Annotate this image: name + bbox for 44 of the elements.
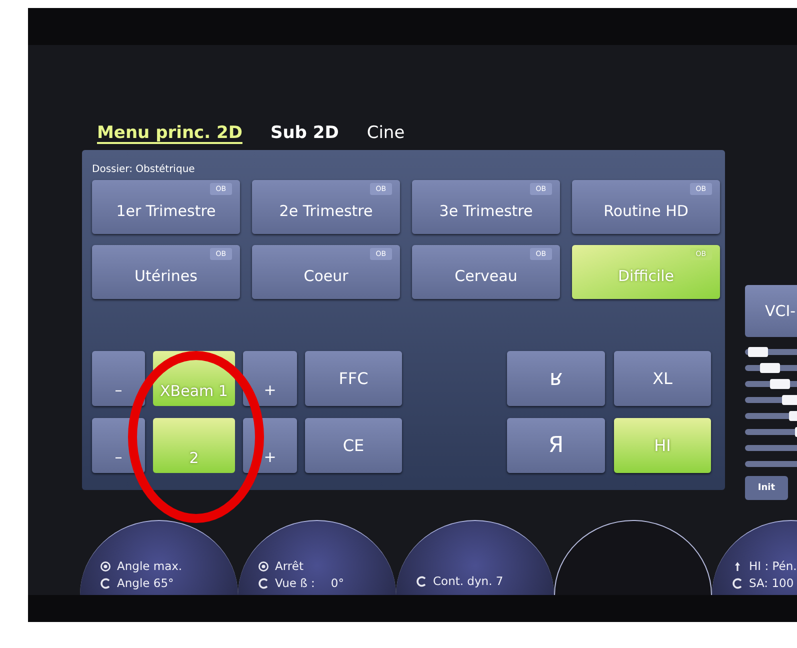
slider-thumb[interactable]: [770, 379, 790, 389]
preset-label: Routine HD: [604, 202, 688, 220]
tab[interactable]: Menu princ. 2D: [97, 123, 242, 143]
knob-label: Vue ß :: [275, 576, 315, 590]
preset-label: Difficile: [618, 267, 674, 285]
increase-button[interactable]: +: [243, 351, 297, 406]
rotate-icon: [258, 578, 269, 588]
preset-label: 1er Trimestre: [116, 202, 216, 220]
preset-button[interactable]: VCI-: [745, 285, 797, 337]
rotate-icon: [732, 578, 743, 588]
folder-label: Dossier: Obstétrique: [92, 164, 196, 177]
preset-label: Utérines: [134, 267, 198, 285]
up-arrow-icon: [732, 560, 743, 572]
tab[interactable]: Sub 2D: [270, 123, 339, 143]
preset-label: Coeur: [304, 267, 348, 285]
rotary-knob[interactable]: Arrêt Vue ß : 0°: [238, 520, 396, 595]
decrease-button[interactable]: –: [92, 351, 145, 406]
knob-label: HI : Pén.: [749, 559, 797, 573]
knob-value: 0°: [330, 576, 344, 590]
reset-button[interactable]: Init: [745, 476, 788, 500]
knob-label: Angle max.: [117, 559, 182, 573]
slider-thumb[interactable]: [748, 347, 768, 357]
tab[interactable]: Cine: [366, 123, 405, 143]
mode-button[interactable]: FFC: [305, 351, 402, 406]
mode-button[interactable]: CE: [305, 418, 402, 473]
press-icon: [100, 560, 111, 572]
knob-label: Cont. dyn. 7: [433, 574, 504, 588]
orientation-button[interactable]: ʁ: [507, 351, 605, 406]
preset-label: 3e Trimestre: [439, 202, 533, 220]
knob-label: Angle 65°: [117, 576, 174, 590]
orientation-button[interactable]: XL: [614, 351, 711, 406]
slider-thumb[interactable]: [782, 395, 797, 405]
rotate-icon: [416, 576, 427, 586]
preset-label: 2e Trimestre: [279, 202, 373, 220]
knob-label: SA: 100: [749, 576, 794, 590]
rotary-knob[interactable]: Cont. dyn. 7: [396, 520, 554, 595]
slider-thumb[interactable]: [760, 363, 780, 373]
rotary-knob[interactable]: HI : Pén. SA: 100: [712, 520, 797, 595]
rotary-knob[interactable]: Angle max. Angle 65°: [80, 520, 238, 595]
preset-label: Cerveau: [454, 267, 518, 285]
press-icon: [258, 560, 269, 572]
knob-label: Arrêt: [275, 559, 304, 573]
rotate-icon: [100, 578, 111, 588]
orientation-button[interactable]: Я: [507, 418, 605, 473]
